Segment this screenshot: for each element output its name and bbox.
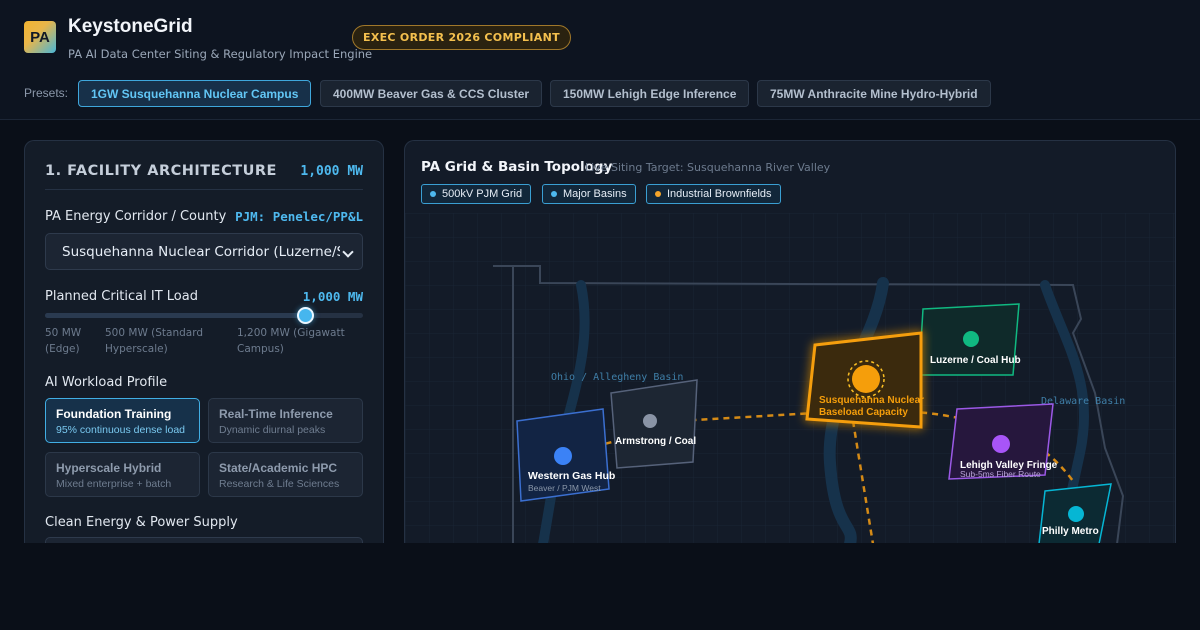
basin-label-delaware: Delaware Basin — [1041, 396, 1125, 407]
preset-beaver-gas[interactable]: 400MW Beaver Gas & CCS Cluster — [320, 80, 543, 107]
site-name: Western Gas Hub — [528, 470, 615, 482]
site-sub: Baseload Capacity — [819, 407, 908, 418]
workload-realtime-inference[interactable]: Real-Time Inference Dynamic diurnal peak… — [208, 398, 363, 443]
tick-label-min: 50 MW (Edge) — [45, 327, 82, 355]
legend-label: Industrial Brownfields — [667, 188, 772, 200]
legend-dot-icon — [430, 191, 436, 197]
app-logo: PA — [24, 21, 56, 53]
workload-title: Foundation Training — [56, 407, 172, 421]
app-title: KeystoneGrid — [68, 16, 193, 37]
preset-susquehanna-nuclear[interactable]: 1GW Susquehanna Nuclear Campus — [78, 80, 312, 107]
workload-title: State/Academic HPC — [219, 461, 338, 475]
legend-dot-icon — [655, 191, 661, 197]
site-lehigh-valley-fringe[interactable]: Lehigh Valley Fringe Sub-5ms Fiber Route — [948, 403, 1058, 480]
load-slider-track[interactable] — [45, 313, 363, 318]
site-sub: Sub-5ms Fiber Route — [960, 469, 1041, 479]
site-name: Luzerne / Coal Hub — [930, 355, 1021, 366]
load-label: Planned Critical IT Load — [45, 289, 198, 304]
workload-subtitle: Dynamic diurnal peaks — [219, 424, 326, 436]
app-header: PA KeystoneGrid PA AI Data Center Siting… — [0, 0, 1200, 120]
workload-label: AI Workload Profile — [45, 375, 168, 390]
workload-foundation-training[interactable]: Foundation Training 95% continuous dense… — [45, 398, 200, 443]
workload-subtitle: 95% continuous dense load — [56, 424, 186, 436]
legend-label: 500kV PJM Grid — [442, 188, 523, 200]
site-western-gas-hub[interactable]: Western Gas Hub Beaver / PJM West — [516, 408, 615, 502]
chevron-down-icon — [342, 246, 354, 258]
presets-label: Presets: — [24, 86, 69, 100]
facility-architecture-panel: 1. FACILITY ARCHITECTURE 1,000 MW PA Ene… — [24, 140, 384, 543]
legend-dot-icon — [551, 191, 557, 197]
load-slider-thumb[interactable] — [297, 307, 315, 324]
site-name: Philly Metro — [1042, 526, 1099, 537]
legend-industrial-brownfields[interactable]: Industrial Brownfields — [646, 184, 781, 204]
corridor-select[interactable]: Susquehanna Nuclear Corridor (Luzerne/Sa… — [45, 233, 363, 270]
site-marker-icon — [992, 435, 1010, 453]
site-name: Armstrong / Coal — [615, 436, 696, 447]
workload-hyperscale-hybrid[interactable]: Hyperscale Hybrid Mixed enterprise + bat… — [45, 452, 200, 497]
tick-label-mid: 500 MW (Standard Hyperscale) — [105, 327, 204, 355]
legend-pjm-grid[interactable]: 500kV PJM Grid — [421, 184, 532, 204]
compliance-badge: EXEC ORDER 2026 COMPLIANT — [352, 25, 571, 50]
site-philly-metro[interactable]: Philly Metro — [1038, 483, 1112, 543]
workload-subtitle: Mixed enterprise + batch — [56, 478, 172, 490]
power-supply-select[interactable] — [45, 537, 363, 543]
site-armstrong-coal[interactable]: Armstrong / Coal — [610, 379, 698, 469]
corridor-select-value: Susquehanna Nuclear Corridor (Luzerne/Sa… — [62, 243, 340, 260]
utility-tag: PJM: Penelec/PP&L — [235, 209, 363, 224]
preset-anthracite-hydro[interactable]: 75MW Anthracite Mine Hydro-Hybrid — [757, 80, 991, 107]
site-marker-icon — [852, 365, 880, 393]
grid-topology-panel: PA Grid & Basin Topology Live Siting Tar… — [404, 140, 1176, 543]
workload-title: Hyperscale Hybrid — [56, 461, 162, 475]
map-title: PA Grid & Basin Topology — [421, 159, 613, 175]
workload-subtitle: Research & Life Sciences — [219, 478, 340, 490]
workload-title: Real-Time Inference — [219, 407, 333, 421]
site-marker-icon — [554, 447, 572, 465]
map-siting-target: Live Siting Target: Susquehanna River Va… — [585, 161, 831, 174]
site-marker-icon — [1068, 506, 1084, 522]
pa-topology-map: Ohio / Allegheny Basin Delaware Basin We… — [405, 213, 1175, 543]
legend-major-basins[interactable]: Major Basins — [542, 184, 636, 204]
basin-label-ohio: Ohio / Allegheny Basin — [551, 372, 683, 383]
legend-label: Major Basins — [563, 188, 627, 200]
tick-label-max: 1,200 MW (Gigawatt Campus) — [237, 327, 345, 355]
panel-title: 1. FACILITY ARCHITECTURE — [45, 163, 277, 179]
site-marker-icon — [643, 414, 657, 428]
site-name: Susquehanna Nuclear — [819, 395, 924, 406]
power-supply-label: Clean Energy & Power Supply — [45, 515, 238, 530]
preset-lehigh-edge[interactable]: 150MW Lehigh Edge Inference — [550, 80, 750, 107]
capacity-readout: 1,000 MW — [300, 164, 363, 179]
load-slider-fill — [45, 313, 306, 318]
site-luzerne-coal-hub[interactable]: Luzerne / Coal Hub — [918, 303, 1021, 376]
site-marker-icon — [963, 331, 979, 347]
app-subtitle: PA AI Data Center Siting & Regulatory Im… — [68, 47, 373, 61]
divider — [45, 189, 363, 190]
site-sub: Beaver / PJM West — [528, 483, 601, 493]
workload-state-hpc[interactable]: State/Academic HPC Research & Life Scien… — [208, 452, 363, 497]
site-susquehanna-nuclear[interactable]: Susquehanna Nuclear Baseload Capacity — [805, 331, 924, 429]
load-value: 1,000 MW — [302, 289, 363, 304]
corridor-label: PA Energy Corridor / County — [45, 209, 227, 224]
